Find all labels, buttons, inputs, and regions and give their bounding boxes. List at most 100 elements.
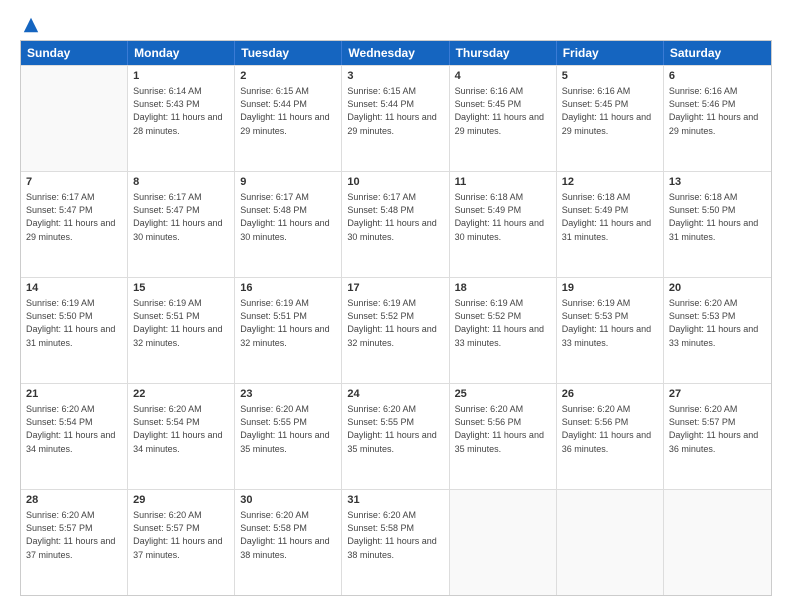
day-number: 29 xyxy=(133,493,229,508)
cell-info: Sunrise: 6:15 AM Sunset: 5:44 PM Dayligh… xyxy=(240,85,336,137)
cal-week-5: 28Sunrise: 6:20 AM Sunset: 5:57 PM Dayli… xyxy=(21,489,771,595)
cell-info: Sunrise: 6:20 AM Sunset: 5:57 PM Dayligh… xyxy=(133,509,229,561)
cell-info: Sunrise: 6:15 AM Sunset: 5:44 PM Dayligh… xyxy=(347,85,443,137)
day-number: 1 xyxy=(133,69,229,84)
cell-info: Sunrise: 6:20 AM Sunset: 5:57 PM Dayligh… xyxy=(669,403,766,455)
cal-cell: 25Sunrise: 6:20 AM Sunset: 5:56 PM Dayli… xyxy=(450,384,557,489)
day-number: 27 xyxy=(669,387,766,402)
cal-cell: 11Sunrise: 6:18 AM Sunset: 5:49 PM Dayli… xyxy=(450,172,557,277)
day-number: 5 xyxy=(562,69,658,84)
calendar: SundayMondayTuesdayWednesdayThursdayFrid… xyxy=(20,40,772,596)
day-number: 11 xyxy=(455,175,551,190)
cal-cell: 28Sunrise: 6:20 AM Sunset: 5:57 PM Dayli… xyxy=(21,490,128,595)
day-number: 24 xyxy=(347,387,443,402)
cal-cell xyxy=(557,490,664,595)
cal-cell: 27Sunrise: 6:20 AM Sunset: 5:57 PM Dayli… xyxy=(664,384,771,489)
cell-info: Sunrise: 6:18 AM Sunset: 5:49 PM Dayligh… xyxy=(562,191,658,243)
cell-info: Sunrise: 6:20 AM Sunset: 5:54 PM Dayligh… xyxy=(26,403,122,455)
day-number: 7 xyxy=(26,175,122,190)
cal-cell: 9Sunrise: 6:17 AM Sunset: 5:48 PM Daylig… xyxy=(235,172,342,277)
calendar-body: 1Sunrise: 6:14 AM Sunset: 5:43 PM Daylig… xyxy=(21,65,771,595)
cal-week-4: 21Sunrise: 6:20 AM Sunset: 5:54 PM Dayli… xyxy=(21,383,771,489)
cell-info: Sunrise: 6:20 AM Sunset: 5:57 PM Dayligh… xyxy=(26,509,122,561)
cal-cell: 17Sunrise: 6:19 AM Sunset: 5:52 PM Dayli… xyxy=(342,278,449,383)
cell-info: Sunrise: 6:17 AM Sunset: 5:47 PM Dayligh… xyxy=(26,191,122,243)
cal-cell: 21Sunrise: 6:20 AM Sunset: 5:54 PM Dayli… xyxy=(21,384,128,489)
cell-info: Sunrise: 6:19 AM Sunset: 5:50 PM Dayligh… xyxy=(26,297,122,349)
header-day-tuesday: Tuesday xyxy=(235,41,342,65)
cell-info: Sunrise: 6:19 AM Sunset: 5:52 PM Dayligh… xyxy=(455,297,551,349)
cal-cell: 3Sunrise: 6:15 AM Sunset: 5:44 PM Daylig… xyxy=(342,66,449,171)
logo-icon xyxy=(22,16,40,34)
cal-cell: 18Sunrise: 6:19 AM Sunset: 5:52 PM Dayli… xyxy=(450,278,557,383)
cell-info: Sunrise: 6:17 AM Sunset: 5:48 PM Dayligh… xyxy=(347,191,443,243)
day-number: 4 xyxy=(455,69,551,84)
cell-info: Sunrise: 6:20 AM Sunset: 5:54 PM Dayligh… xyxy=(133,403,229,455)
day-number: 6 xyxy=(669,69,766,84)
cell-info: Sunrise: 6:16 AM Sunset: 5:46 PM Dayligh… xyxy=(669,85,766,137)
day-number: 25 xyxy=(455,387,551,402)
day-number: 17 xyxy=(347,281,443,296)
cell-info: Sunrise: 6:17 AM Sunset: 5:47 PM Dayligh… xyxy=(133,191,229,243)
cell-info: Sunrise: 6:19 AM Sunset: 5:51 PM Dayligh… xyxy=(240,297,336,349)
day-number: 10 xyxy=(347,175,443,190)
cal-week-3: 14Sunrise: 6:19 AM Sunset: 5:50 PM Dayli… xyxy=(21,277,771,383)
cal-week-1: 1Sunrise: 6:14 AM Sunset: 5:43 PM Daylig… xyxy=(21,65,771,171)
day-number: 14 xyxy=(26,281,122,296)
cal-cell: 13Sunrise: 6:18 AM Sunset: 5:50 PM Dayli… xyxy=(664,172,771,277)
day-number: 22 xyxy=(133,387,229,402)
day-number: 21 xyxy=(26,387,122,402)
cell-info: Sunrise: 6:20 AM Sunset: 5:56 PM Dayligh… xyxy=(562,403,658,455)
cal-cell: 29Sunrise: 6:20 AM Sunset: 5:57 PM Dayli… xyxy=(128,490,235,595)
cal-cell: 7Sunrise: 6:17 AM Sunset: 5:47 PM Daylig… xyxy=(21,172,128,277)
header-day-sunday: Sunday xyxy=(21,41,128,65)
cal-cell: 24Sunrise: 6:20 AM Sunset: 5:55 PM Dayli… xyxy=(342,384,449,489)
cal-week-2: 7Sunrise: 6:17 AM Sunset: 5:47 PM Daylig… xyxy=(21,171,771,277)
day-number: 13 xyxy=(669,175,766,190)
cal-cell: 31Sunrise: 6:20 AM Sunset: 5:58 PM Dayli… xyxy=(342,490,449,595)
cell-info: Sunrise: 6:20 AM Sunset: 5:55 PM Dayligh… xyxy=(240,403,336,455)
cal-cell: 16Sunrise: 6:19 AM Sunset: 5:51 PM Dayli… xyxy=(235,278,342,383)
page: SundayMondayTuesdayWednesdayThursdayFrid… xyxy=(0,0,792,612)
cell-info: Sunrise: 6:20 AM Sunset: 5:58 PM Dayligh… xyxy=(347,509,443,561)
cell-info: Sunrise: 6:19 AM Sunset: 5:51 PM Dayligh… xyxy=(133,297,229,349)
header xyxy=(20,16,772,30)
day-number: 19 xyxy=(562,281,658,296)
day-number: 2 xyxy=(240,69,336,84)
day-number: 16 xyxy=(240,281,336,296)
cal-cell: 30Sunrise: 6:20 AM Sunset: 5:58 PM Dayli… xyxy=(235,490,342,595)
cal-cell: 12Sunrise: 6:18 AM Sunset: 5:49 PM Dayli… xyxy=(557,172,664,277)
cell-info: Sunrise: 6:19 AM Sunset: 5:53 PM Dayligh… xyxy=(562,297,658,349)
day-number: 8 xyxy=(133,175,229,190)
cal-cell xyxy=(21,66,128,171)
cell-info: Sunrise: 6:18 AM Sunset: 5:50 PM Dayligh… xyxy=(669,191,766,243)
cell-info: Sunrise: 6:16 AM Sunset: 5:45 PM Dayligh… xyxy=(562,85,658,137)
day-number: 26 xyxy=(562,387,658,402)
header-day-monday: Monday xyxy=(128,41,235,65)
cal-cell: 20Sunrise: 6:20 AM Sunset: 5:53 PM Dayli… xyxy=(664,278,771,383)
day-number: 12 xyxy=(562,175,658,190)
day-number: 31 xyxy=(347,493,443,508)
cal-cell: 6Sunrise: 6:16 AM Sunset: 5:46 PM Daylig… xyxy=(664,66,771,171)
day-number: 20 xyxy=(669,281,766,296)
cal-cell: 23Sunrise: 6:20 AM Sunset: 5:55 PM Dayli… xyxy=(235,384,342,489)
logo xyxy=(20,16,40,30)
cal-cell: 15Sunrise: 6:19 AM Sunset: 5:51 PM Dayli… xyxy=(128,278,235,383)
day-number: 18 xyxy=(455,281,551,296)
day-number: 3 xyxy=(347,69,443,84)
cal-cell xyxy=(664,490,771,595)
cal-cell: 10Sunrise: 6:17 AM Sunset: 5:48 PM Dayli… xyxy=(342,172,449,277)
cal-cell: 8Sunrise: 6:17 AM Sunset: 5:47 PM Daylig… xyxy=(128,172,235,277)
cell-info: Sunrise: 6:20 AM Sunset: 5:58 PM Dayligh… xyxy=(240,509,336,561)
cal-cell: 4Sunrise: 6:16 AM Sunset: 5:45 PM Daylig… xyxy=(450,66,557,171)
cell-info: Sunrise: 6:20 AM Sunset: 5:56 PM Dayligh… xyxy=(455,403,551,455)
cal-cell: 1Sunrise: 6:14 AM Sunset: 5:43 PM Daylig… xyxy=(128,66,235,171)
header-day-thursday: Thursday xyxy=(450,41,557,65)
day-number: 23 xyxy=(240,387,336,402)
cell-info: Sunrise: 6:18 AM Sunset: 5:49 PM Dayligh… xyxy=(455,191,551,243)
cell-info: Sunrise: 6:20 AM Sunset: 5:53 PM Dayligh… xyxy=(669,297,766,349)
header-day-wednesday: Wednesday xyxy=(342,41,449,65)
day-number: 9 xyxy=(240,175,336,190)
cal-cell: 14Sunrise: 6:19 AM Sunset: 5:50 PM Dayli… xyxy=(21,278,128,383)
cal-cell: 2Sunrise: 6:15 AM Sunset: 5:44 PM Daylig… xyxy=(235,66,342,171)
